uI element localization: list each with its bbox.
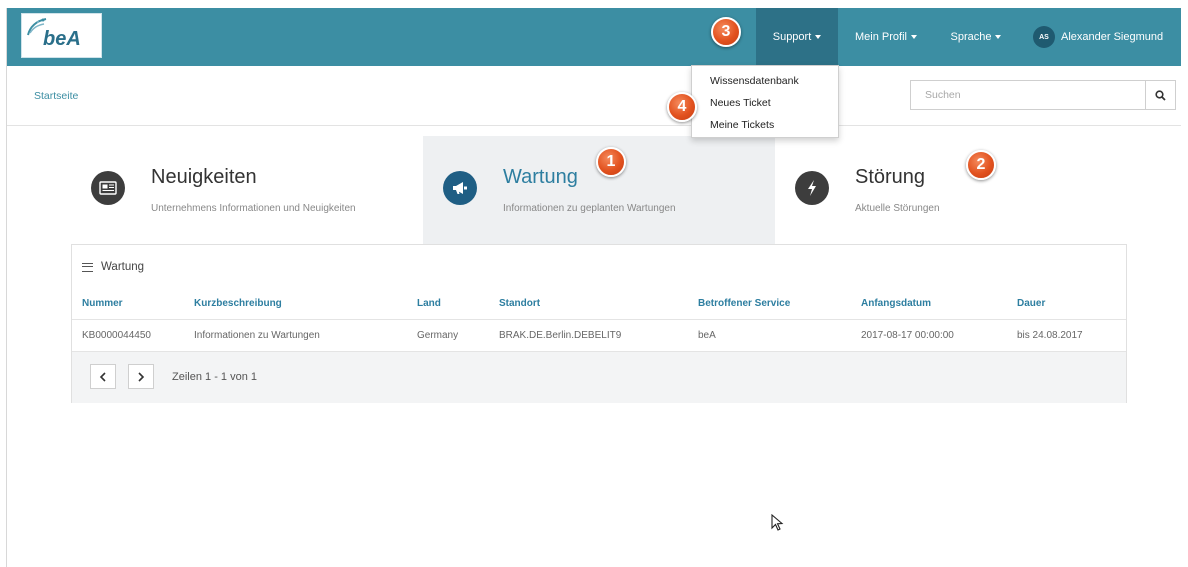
menu-icon[interactable]: [82, 262, 93, 272]
callout-badge-2: 2: [966, 150, 996, 180]
cell-betroffener-service: beA: [688, 319, 851, 352]
lightning-icon: [795, 171, 829, 205]
column-header-kurzbeschreibung[interactable]: Kurzbeschreibung: [184, 289, 407, 320]
maintenance-panel: Wartung Nummer Kurzbeschreibung Land Sta…: [71, 244, 1127, 403]
search-button[interactable]: [1145, 81, 1175, 109]
nav-profile-menu[interactable]: Mein Profil: [846, 8, 926, 66]
nav-language-menu[interactable]: Sprache: [942, 8, 1010, 66]
cell-dauer: bis 24.08.2017: [1007, 319, 1126, 352]
nav-support-menu[interactable]: Support: [756, 8, 838, 66]
callout-badge-4: 4: [667, 92, 697, 122]
breadcrumb-bar: Startseite: [7, 66, 1181, 126]
card-description: Informationen zu geplanten Wartungen: [503, 203, 676, 214]
chevron-right-icon: [138, 371, 145, 382]
card-description: Aktuelle Störungen: [855, 203, 940, 214]
column-header-dauer[interactable]: Dauer: [1007, 289, 1126, 320]
top-navbar: beA Support Mein Profil Sprache AS Alexa…: [7, 8, 1181, 66]
card-title: Neuigkeiten: [151, 166, 257, 188]
column-header-anfangsdatum[interactable]: Anfangsdatum: [851, 289, 1007, 320]
menu-item-wissensdatenbank[interactable]: Wissensdatenbank: [692, 70, 838, 92]
card-title: Wartung: [503, 166, 578, 188]
table-row[interactable]: KB0000044450 Informationen zu Wartungen …: [72, 319, 1126, 352]
chevron-down-icon: [995, 35, 1002, 39]
callout-badge-3: 3: [711, 17, 741, 47]
support-dropdown: Wissensdatenbank Neues Ticket Meine Tick…: [691, 65, 839, 138]
card-description: Unternehmens Informationen und Neuigkeit…: [151, 203, 356, 214]
menu-item-neues-ticket[interactable]: Neues Ticket: [692, 92, 838, 114]
panel-title: Wartung: [101, 261, 145, 273]
avatar: AS: [1033, 26, 1055, 48]
mouse-cursor-icon: [771, 514, 784, 531]
column-header-betroffener-service[interactable]: Betroffener Service: [688, 289, 851, 320]
app-frame: beA Support Mein Profil Sprache AS Alexa…: [6, 8, 1181, 567]
cell-anfangsdatum: 2017-08-17 00:00:00: [851, 319, 1007, 352]
card-neuigkeiten[interactable]: Neuigkeiten Unternehmens Informationen u…: [71, 136, 423, 244]
cell-nummer: KB0000044450: [72, 319, 184, 352]
megaphone-icon: [443, 171, 477, 205]
nav-language-label: Sprache: [950, 31, 992, 43]
search-box: [910, 80, 1176, 110]
breadcrumb-home-link[interactable]: Startseite: [34, 90, 78, 102]
nav-support-label: Support: [772, 31, 812, 43]
callout-badge-1: 1: [596, 147, 626, 177]
cell-standort: BRAK.DE.Berlin.DEBELIT9: [489, 319, 688, 352]
column-header-standort[interactable]: Standort: [489, 289, 688, 320]
pagination-bar: Zeilen 1 - 1 von 1: [72, 352, 1126, 403]
chevron-down-icon: [910, 35, 917, 39]
user-name: Alexander Siegmund: [1061, 31, 1164, 43]
panel-header: Wartung: [72, 245, 1126, 289]
maintenance-table: Nummer Kurzbeschreibung Land Standort Be…: [72, 289, 1126, 352]
logo-text: beA: [43, 28, 81, 50]
search-icon: [1155, 89, 1166, 101]
bea-logo[interactable]: beA: [21, 13, 102, 58]
search-input[interactable]: [911, 81, 1145, 109]
chevron-down-icon: [815, 35, 822, 39]
card-title: Störung: [855, 166, 926, 188]
chevron-left-icon: [99, 371, 106, 382]
menu-item-meine-tickets[interactable]: Meine Tickets: [692, 114, 838, 136]
cell-kurzbeschreibung: Informationen zu Wartungen: [184, 319, 407, 352]
table-header-row: Nummer Kurzbeschreibung Land Standort Be…: [72, 289, 1126, 320]
column-header-land[interactable]: Land: [407, 289, 489, 320]
pagination-info: Zeilen 1 - 1 von 1: [172, 371, 257, 383]
nav-profile-label: Mein Profil: [855, 31, 907, 43]
nav-user-menu[interactable]: AS Alexander Siegmund: [1027, 8, 1181, 66]
cell-land: Germany: [407, 319, 489, 352]
newspaper-icon: [91, 171, 125, 205]
previous-page-button[interactable]: [90, 364, 116, 389]
column-header-nummer[interactable]: Nummer: [72, 289, 184, 320]
card-stoerung[interactable]: Störung Aktuelle Störungen: [775, 136, 1127, 244]
next-page-button[interactable]: [128, 364, 154, 389]
